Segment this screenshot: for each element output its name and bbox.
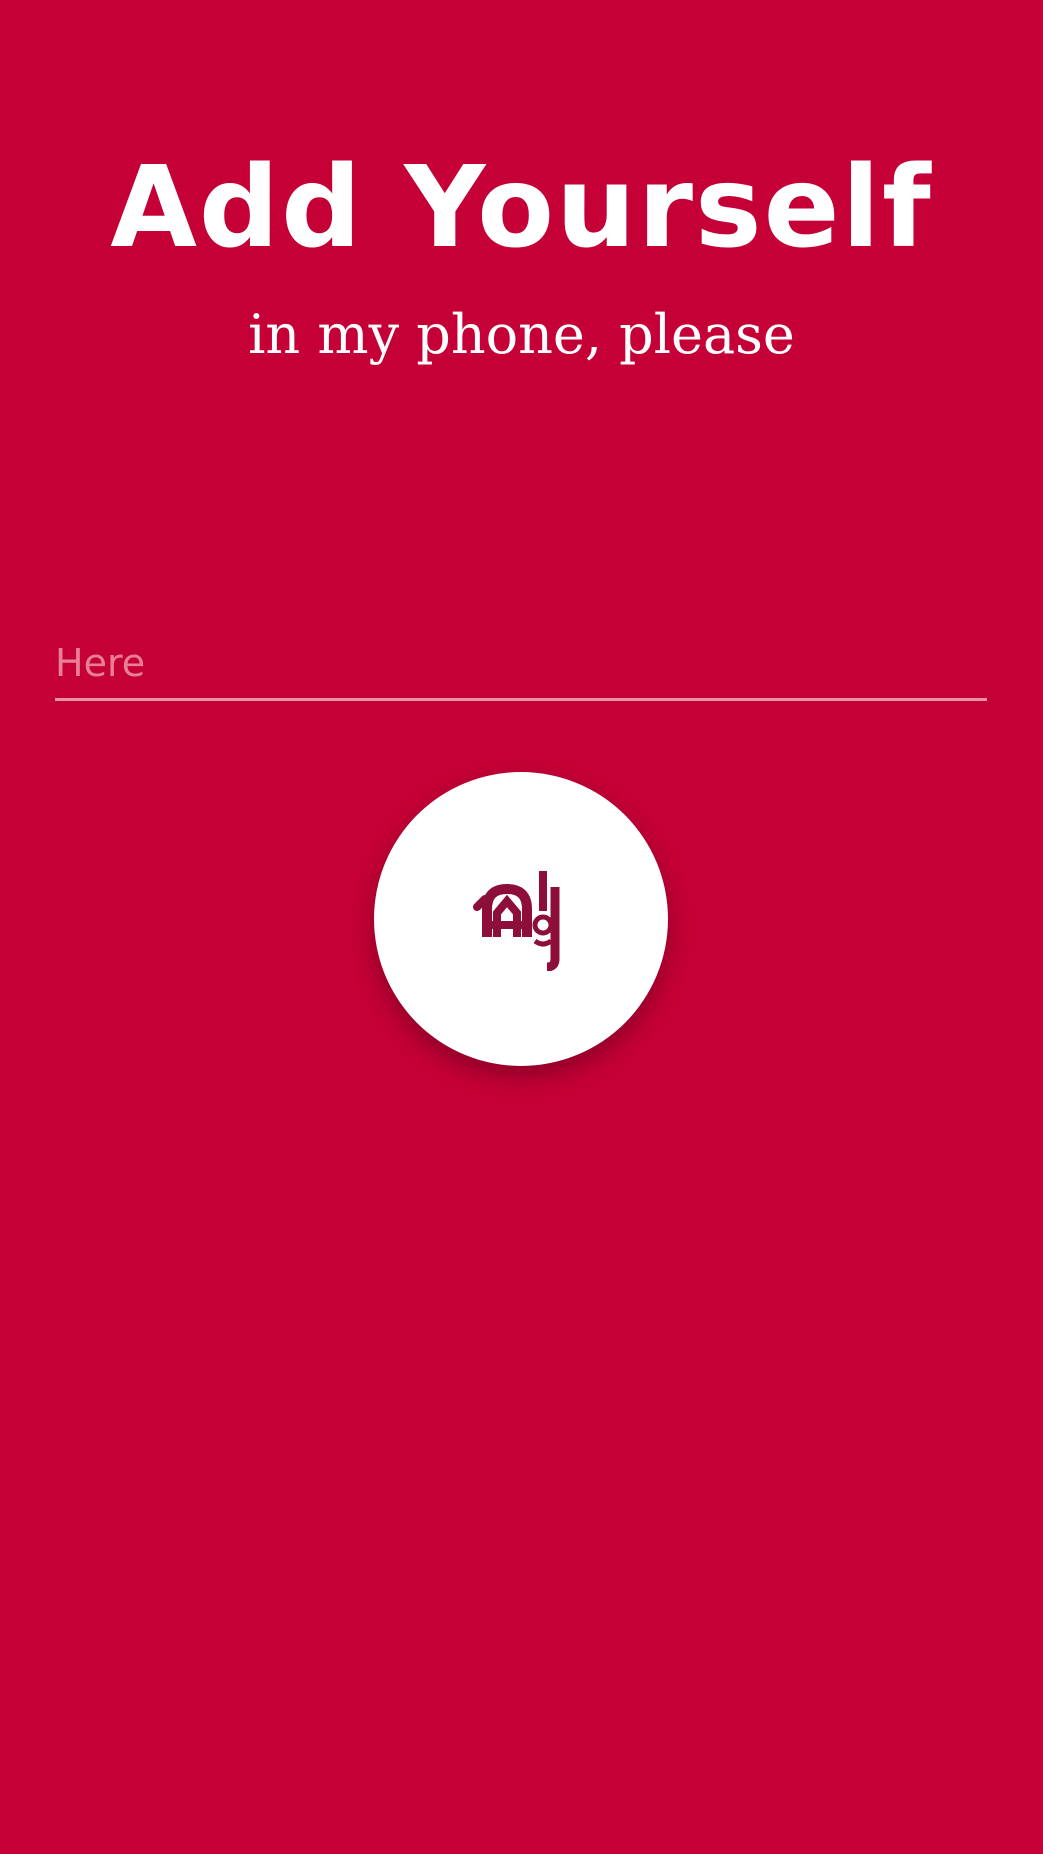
input-underline	[55, 698, 987, 701]
page-subtitle: in my phone, please	[248, 303, 795, 366]
app-logo-icon	[473, 871, 560, 971]
page-title: Add Yourself	[110, 143, 933, 273]
add-contact-button[interactable]	[374, 772, 668, 1066]
contact-input-field	[55, 630, 987, 701]
contact-input[interactable]	[55, 630, 987, 696]
app-screen: Add Yourself in my phone, please	[0, 0, 1043, 1854]
